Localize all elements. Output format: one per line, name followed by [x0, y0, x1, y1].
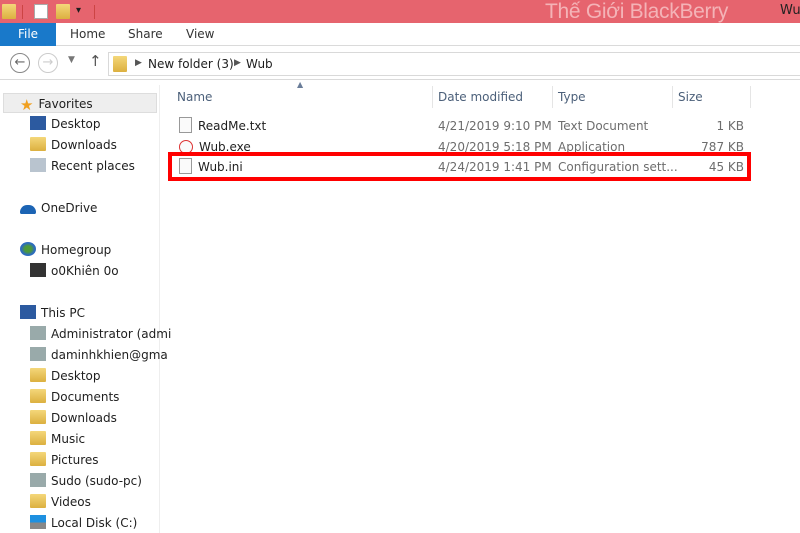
address-row: ← → ▼ ↑ ▶ New folder (3) ▶ Wub	[0, 47, 800, 80]
nav-label: Favorites	[38, 97, 93, 111]
nav-label: o0Khiên 0o	[51, 264, 119, 278]
nav-item[interactable]: Videos	[30, 492, 91, 512]
nav-label: OneDrive	[41, 201, 98, 215]
pictures-folder-icon	[30, 452, 46, 466]
column-divider[interactable]	[750, 86, 751, 108]
tab-view[interactable]: View	[186, 23, 214, 46]
properties-icon[interactable]	[34, 4, 48, 19]
chevron-right-icon[interactable]: ▶	[234, 58, 241, 68]
music-folder-icon	[30, 431, 46, 445]
nav-item[interactable]: Pictures	[30, 450, 99, 470]
computer-icon	[20, 305, 36, 319]
new-folder-icon[interactable]	[56, 4, 70, 19]
tab-file[interactable]: File	[0, 23, 56, 46]
downloads-folder-icon	[30, 410, 46, 424]
nav-label: Administrator (admi	[51, 327, 172, 341]
user-icon	[30, 263, 46, 277]
navigation-pane: ★ Favorites Desktop Downloads Recent plac…	[0, 85, 171, 533]
downloads-icon	[30, 137, 46, 151]
cloud-icon	[20, 205, 36, 214]
breadcrumb-new-folder[interactable]: New folder (3)	[148, 57, 234, 71]
column-header-name[interactable]: Name	[177, 90, 212, 104]
ribbon-tabs: File Home Share View	[0, 23, 800, 46]
watermark: Thế Giới BlackBerry	[545, 0, 729, 23]
nav-item[interactable]: Local Disk (C:)	[30, 513, 137, 533]
nav-label: Recent places	[51, 159, 135, 173]
network-drive-icon	[30, 326, 46, 340]
column-header-size[interactable]: Size	[678, 90, 703, 104]
nav-item[interactable]: Downloads	[30, 408, 117, 428]
back-button[interactable]: ←	[10, 53, 30, 73]
nav-label: Pictures	[51, 453, 99, 467]
text-file-icon	[179, 117, 192, 133]
nav-item[interactable]: Sudo (sudo-pc)	[30, 471, 142, 491]
file-type: Text Document	[558, 119, 649, 133]
nav-item[interactable]: Desktop	[30, 114, 101, 134]
chevron-right-icon[interactable]: ▶	[135, 58, 142, 68]
file-date: 4/21/2019 9:10 PM	[438, 119, 552, 133]
column-header-date[interactable]: Date modified	[438, 90, 523, 104]
tab-home[interactable]: Home	[70, 23, 105, 46]
address-bar[interactable]: ▶ New folder (3) ▶ Wub	[108, 52, 800, 76]
nav-favorites[interactable]: ★ Favorites	[3, 93, 157, 113]
nav-onedrive[interactable]: OneDrive	[20, 198, 97, 218]
recent-places-icon	[30, 158, 46, 172]
star-icon: ★	[20, 96, 34, 113]
nav-item[interactable]: Documents	[30, 387, 119, 407]
customize-quick-access-icon[interactable]: ▾	[76, 5, 81, 16]
nav-this-pc[interactable]: This PC	[20, 303, 85, 323]
window-title: Wu	[780, 3, 800, 18]
divider	[22, 5, 23, 19]
documents-folder-icon	[30, 389, 46, 403]
column-divider[interactable]	[552, 86, 553, 108]
local-disk-icon	[30, 515, 46, 529]
videos-folder-icon	[30, 494, 46, 508]
nav-label: Videos	[51, 495, 91, 509]
file-size: 1 KB	[716, 119, 744, 133]
nav-label: Local Disk (C:)	[51, 516, 138, 530]
nav-item[interactable]: Downloads	[30, 135, 117, 155]
nav-homegroup[interactable]: Homegroup	[20, 240, 111, 260]
folder-icon	[2, 4, 16, 19]
column-divider[interactable]	[672, 86, 673, 108]
nav-item[interactable]: Desktop	[30, 366, 101, 386]
nav-label: Downloads	[51, 138, 117, 152]
recent-locations-button[interactable]: ▼	[68, 55, 75, 65]
nav-label: Music	[51, 432, 86, 446]
network-drive-icon	[30, 347, 46, 361]
forward-button[interactable]: →	[38, 53, 58, 73]
desktop-icon	[30, 116, 46, 130]
nav-label: Desktop	[51, 369, 101, 383]
network-drive-icon	[30, 473, 46, 487]
nav-label: Sudo (sudo-pc)	[51, 474, 142, 488]
up-button[interactable]: ↑	[89, 52, 102, 70]
file-row[interactable]: ReadMe.txt 4/21/2019 9:10 PM Text Docume…	[177, 116, 747, 136]
nav-item[interactable]: Music	[30, 429, 85, 449]
nav-item[interactable]: daminhkhien@gma	[30, 345, 168, 365]
sort-ascending-icon: ▲	[297, 80, 304, 89]
nav-label: daminhkhien@gma	[51, 348, 168, 362]
desktop-folder-icon	[30, 368, 46, 382]
nav-label: Downloads	[51, 411, 117, 425]
divider	[94, 5, 95, 19]
title-bar: ▾ Thế Giới BlackBerry Wu	[0, 0, 800, 23]
nav-item[interactable]: o0Khiên 0o	[30, 261, 119, 281]
column-divider[interactable]	[432, 86, 433, 108]
file-name: ReadMe.txt	[198, 119, 267, 133]
nav-item[interactable]: Administrator (admi	[30, 324, 171, 344]
nav-label: Documents	[51, 390, 120, 404]
folder-icon	[113, 56, 127, 72]
nav-item[interactable]: Recent places	[30, 156, 135, 176]
nav-label: This PC	[41, 306, 85, 320]
nav-label: Desktop	[51, 117, 101, 131]
homegroup-icon	[20, 242, 36, 256]
nav-label: Homegroup	[41, 243, 112, 257]
tab-share[interactable]: Share	[128, 23, 163, 46]
highlight-box	[168, 152, 751, 181]
column-header-type[interactable]: Type	[558, 90, 586, 104]
breadcrumb-wub[interactable]: Wub	[246, 57, 273, 71]
